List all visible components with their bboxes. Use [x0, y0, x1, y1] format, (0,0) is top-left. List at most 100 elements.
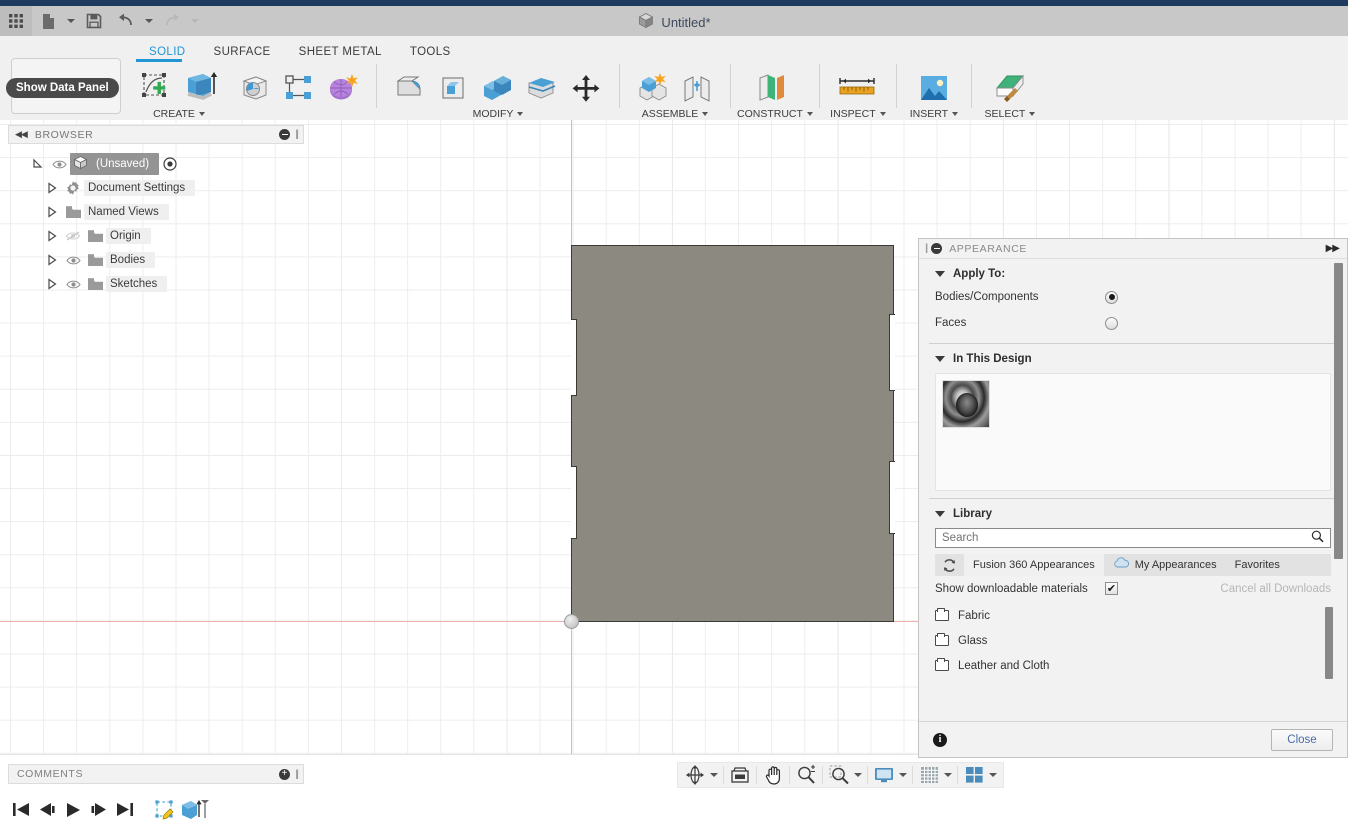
app-grid-icon[interactable] — [0, 6, 32, 36]
skip-to-start-icon[interactable] — [8, 795, 34, 824]
visibility-eye-icon[interactable] — [48, 159, 70, 170]
chrome-material-swatch[interactable] — [942, 380, 990, 428]
in-this-design-section-header[interactable]: In This Design — [919, 344, 1347, 369]
tab-tools[interactable]: TOOLS — [396, 44, 465, 60]
tab-my-appearances[interactable]: My Appearances — [1104, 554, 1226, 576]
insert-image-button[interactable] — [909, 66, 959, 110]
show-downloadable-checkbox[interactable]: ✔ — [1105, 582, 1118, 595]
origin-point[interactable] — [564, 614, 579, 629]
plus-circle-icon[interactable]: + — [279, 769, 290, 780]
double-chevron-left-icon[interactable]: ◀◀ — [15, 129, 27, 140]
step-back-icon[interactable] — [34, 795, 60, 824]
select-button[interactable] — [984, 66, 1036, 110]
tree-item-sketches[interactable]: Sketches — [8, 272, 304, 296]
panel-grip-handle[interactable]: ||| — [295, 129, 297, 140]
appearance-scrollbar-thumb[interactable] — [1334, 263, 1343, 559]
tab-favorites[interactable]: Favorites — [1226, 554, 1289, 576]
magnifier-icon[interactable] — [1311, 530, 1324, 546]
extrude-button[interactable] — [180, 66, 222, 110]
joint-button[interactable] — [676, 66, 718, 110]
tree-item-origin[interactable]: Origin — [8, 224, 304, 248]
measure-button[interactable] — [832, 66, 884, 110]
minus-circle-icon[interactable] — [279, 129, 290, 140]
tab-fusion-360-appearances[interactable]: Fusion 360 Appearances — [964, 554, 1104, 576]
fit-caret-icon[interactable] — [852, 763, 864, 787]
tree-item-unsaved[interactable]: (Unsaved) — [8, 152, 304, 176]
collapse-arrow-icon[interactable] — [42, 206, 62, 218]
expand-arrow-icon[interactable] — [28, 158, 48, 170]
visibility-eye-icon[interactable] — [62, 279, 84, 290]
panel-grip-handle[interactable]: || — [925, 243, 926, 254]
fillet-button[interactable] — [433, 66, 475, 110]
step-forward-icon[interactable] — [86, 795, 112, 824]
sketch-feature-icon[interactable] — [152, 795, 178, 824]
folder-list-scrollbar[interactable] — [1325, 607, 1333, 679]
move-copy-button[interactable] — [565, 66, 607, 110]
search-input[interactable] — [942, 532, 1311, 544]
grid-caret-icon[interactable] — [942, 763, 954, 787]
monitor-icon[interactable] — [871, 763, 897, 787]
tree-item-named-views[interactable]: Named Views — [8, 200, 304, 224]
revolve-button[interactable] — [234, 66, 276, 110]
refresh-icon[interactable] — [935, 554, 964, 576]
save-icon[interactable] — [78, 6, 110, 36]
activate-component-icon[interactable] — [159, 157, 181, 171]
shell-button[interactable] — [477, 66, 519, 110]
info-icon[interactable]: i — [933, 733, 947, 747]
collapse-arrow-icon[interactable] — [42, 278, 62, 290]
tab-sheet-metal[interactable]: SHEET METAL — [285, 44, 396, 60]
undo-icon[interactable] — [110, 6, 142, 36]
press-pull-button[interactable] — [389, 66, 431, 110]
undo-caret-icon[interactable] — [142, 6, 156, 36]
new-file-caret-icon[interactable] — [64, 6, 78, 36]
viewports-caret-icon[interactable] — [987, 763, 999, 787]
library-section-header[interactable]: Library — [919, 499, 1347, 524]
extrude-feature-icon[interactable] — [178, 795, 212, 824]
collapse-arrow-icon[interactable] — [42, 230, 62, 242]
skip-to-end-icon[interactable] — [112, 795, 138, 824]
tab-surface[interactable]: SURFACE — [200, 44, 285, 60]
new-file-icon[interactable] — [32, 6, 64, 36]
hand-pan-icon[interactable] — [760, 763, 786, 787]
radio-bodies-components[interactable] — [1105, 291, 1118, 304]
collapse-arrow-icon[interactable] — [42, 254, 62, 266]
folder-item-leather-and-cloth[interactable]: Leather and Cloth — [919, 653, 1347, 678]
minus-circle-icon[interactable] — [931, 243, 942, 254]
display-caret-icon[interactable] — [897, 763, 909, 787]
collapse-arrow-icon[interactable] — [42, 182, 62, 194]
tree-item-document-settings[interactable]: Document Settings — [8, 176, 304, 200]
folder-item-glass[interactable]: Glass — [919, 628, 1347, 653]
construct-plane-button[interactable] — [750, 66, 800, 110]
look-at-icon[interactable] — [727, 763, 753, 787]
appearance-scrollbar-track[interactable] — [1334, 263, 1343, 717]
orbit-caret-icon[interactable] — [708, 763, 720, 787]
redo-caret-icon[interactable] — [188, 6, 202, 36]
combine-button[interactable] — [521, 66, 563, 110]
library-search-box[interactable] — [935, 528, 1331, 548]
zoom-magnifier-icon[interactable] — [793, 763, 819, 787]
double-chevron-right-icon[interactable]: ▶▶ — [1326, 243, 1339, 254]
radio-faces[interactable] — [1105, 317, 1118, 330]
apply-to-option-faces[interactable]: Faces — [919, 310, 1347, 336]
tab-solid[interactable]: SOLID — [135, 44, 200, 60]
fit-window-icon[interactable] — [826, 763, 852, 787]
visibility-eye-icon[interactable] — [62, 255, 84, 266]
viewports-icon[interactable] — [961, 763, 987, 787]
orbit-icon[interactable] — [682, 763, 708, 787]
apply-to-option-bodies[interactable]: Bodies/Components — [919, 284, 1347, 310]
grid-icon[interactable] — [916, 763, 942, 787]
close-button[interactable]: Close — [1271, 729, 1333, 751]
redo-icon[interactable] — [156, 6, 188, 36]
new-component-button[interactable] — [632, 66, 674, 110]
visibility-eye-off-icon[interactable] — [62, 230, 84, 242]
tree-item-bodies[interactable]: Bodies — [8, 248, 304, 272]
folder-item-fabric[interactable]: Fabric — [919, 603, 1347, 628]
play-icon[interactable] — [60, 795, 86, 824]
tab-my-appearances-label: My Appearances — [1135, 554, 1217, 576]
create-form-button[interactable] — [322, 66, 364, 110]
apply-to-section-header[interactable]: Apply To: — [919, 259, 1347, 284]
body-solid[interactable] — [571, 245, 894, 622]
pattern-button[interactable] — [278, 66, 320, 110]
panel-grip-handle[interactable]: ||| — [295, 769, 297, 780]
create-sketch-button[interactable] — [136, 66, 178, 110]
